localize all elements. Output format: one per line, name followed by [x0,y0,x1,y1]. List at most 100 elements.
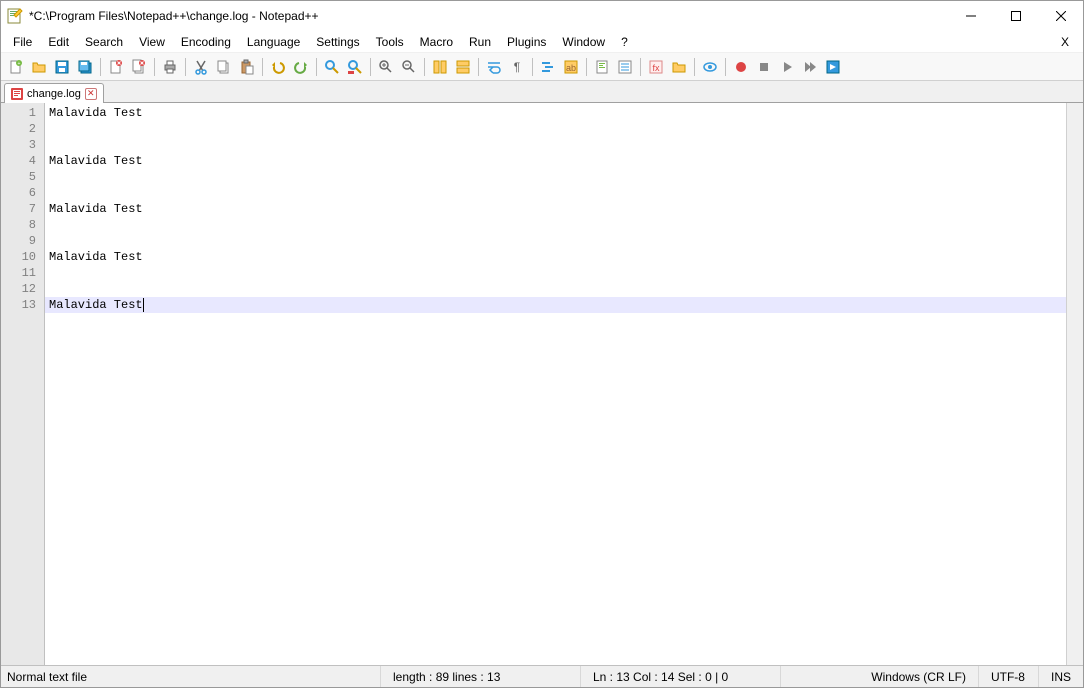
minimize-button[interactable] [948,1,993,31]
zoom-in-icon[interactable] [375,56,397,78]
code-line[interactable] [45,217,1066,233]
play-icon[interactable] [776,56,798,78]
print-icon[interactable] [159,56,181,78]
menu-window[interactable]: Window [554,33,613,51]
code-editor[interactable]: Malavida Test Malavida Test Malavida Test M… [45,103,1066,665]
svg-text:ab: ab [566,63,576,73]
menu-settings[interactable]: Settings [308,33,367,51]
toolbar: + ¶ ab fx [1,53,1083,81]
find-icon[interactable] [321,56,343,78]
monitoring-icon[interactable] [699,56,721,78]
line-number: 9 [1,233,44,249]
doc-map-icon[interactable] [591,56,613,78]
redo-icon[interactable] [290,56,312,78]
tab-label: change.log [27,88,81,100]
code-line[interactable]: Malavida Test [45,297,1066,313]
code-line[interactable] [45,265,1066,281]
menubar-x[interactable]: X [1051,33,1079,51]
undo-icon[interactable] [267,56,289,78]
svg-text:fx: fx [652,63,660,73]
menu-language[interactable]: Language [239,33,308,51]
status-position: Ln : 13 Col : 14 Sel : 0 | 0 [581,666,781,687]
toolbar-separator [154,58,155,76]
close-icon[interactable] [105,56,127,78]
code-line[interactable]: Malavida Test [45,201,1066,217]
code-line[interactable] [45,281,1066,297]
maximize-button[interactable] [993,1,1038,31]
line-number: 12 [1,281,44,297]
code-line[interactable]: Malavida Test [45,249,1066,265]
status-mode: INS [1039,666,1083,687]
toolbar-separator [100,58,101,76]
save-all-icon[interactable] [74,56,96,78]
folder-icon[interactable] [668,56,690,78]
save-macro-icon[interactable] [822,56,844,78]
paste-icon[interactable] [236,56,258,78]
toolbar-separator [694,58,695,76]
close-all-icon[interactable] [128,56,150,78]
menu-view[interactable]: View [131,33,173,51]
tabbar: change.log ✕ [1,81,1083,103]
line-number: 1 [1,105,44,121]
new-icon[interactable]: + [5,56,27,78]
menu-macro[interactable]: Macro [412,33,461,51]
toolbar-separator [370,58,371,76]
menu-help[interactable]: ? [613,33,636,51]
lang-icon[interactable]: ab [560,56,582,78]
line-number: 6 [1,185,44,201]
sync-v-icon[interactable] [429,56,451,78]
indent-guide-icon[interactable] [537,56,559,78]
cut-icon[interactable] [190,56,212,78]
menu-edit[interactable]: Edit [40,33,77,51]
record-icon[interactable] [730,56,752,78]
menu-search[interactable]: Search [77,33,131,51]
play-multi-icon[interactable] [799,56,821,78]
wordwrap-icon[interactable] [483,56,505,78]
save-icon[interactable] [51,56,73,78]
line-number: 13 [1,297,44,313]
code-line[interactable] [45,169,1066,185]
line-number-gutter: 12345678910111213 [1,103,45,665]
code-line[interactable] [45,233,1066,249]
code-line[interactable]: Malavida Test [45,153,1066,169]
stop-icon[interactable] [753,56,775,78]
status-eol: Windows (CR LF) [859,666,979,687]
code-line[interactable] [45,121,1066,137]
file-unsaved-icon [11,88,23,100]
sync-h-icon[interactable] [452,56,474,78]
menu-run[interactable]: Run [461,33,499,51]
toolbar-separator [478,58,479,76]
copy-icon[interactable] [213,56,235,78]
doc-list-icon[interactable] [614,56,636,78]
line-number: 2 [1,121,44,137]
app-icon [7,8,23,24]
open-icon[interactable] [28,56,50,78]
zoom-out-icon[interactable] [398,56,420,78]
tab-close-icon[interactable]: ✕ [85,88,97,100]
code-line[interactable] [45,137,1066,153]
window-title: *C:\Program Files\Notepad++\change.log -… [29,9,948,23]
code-line[interactable] [45,185,1066,201]
menu-encoding[interactable]: Encoding [173,33,239,51]
menu-file[interactable]: File [5,33,40,51]
line-number: 10 [1,249,44,265]
code-line[interactable]: Malavida Test [45,105,1066,121]
svg-text:+: + [18,61,21,67]
statusbar: Normal text file length : 89 lines : 13 … [1,665,1083,687]
line-number: 7 [1,201,44,217]
replace-icon[interactable] [344,56,366,78]
toolbar-separator [424,58,425,76]
close-button[interactable] [1038,1,1083,31]
allchars-icon[interactable]: ¶ [506,56,528,78]
toolbar-separator [532,58,533,76]
text-caret [143,298,144,312]
svg-text:¶: ¶ [514,60,520,74]
menubar: File Edit Search View Encoding Language … [1,31,1083,53]
menu-tools[interactable]: Tools [368,33,412,51]
vertical-scrollbar[interactable] [1066,103,1083,665]
line-number: 11 [1,265,44,281]
function-list-icon[interactable]: fx [645,56,667,78]
tab-change-log[interactable]: change.log ✕ [4,83,104,103]
line-number: 5 [1,169,44,185]
menu-plugins[interactable]: Plugins [499,33,554,51]
